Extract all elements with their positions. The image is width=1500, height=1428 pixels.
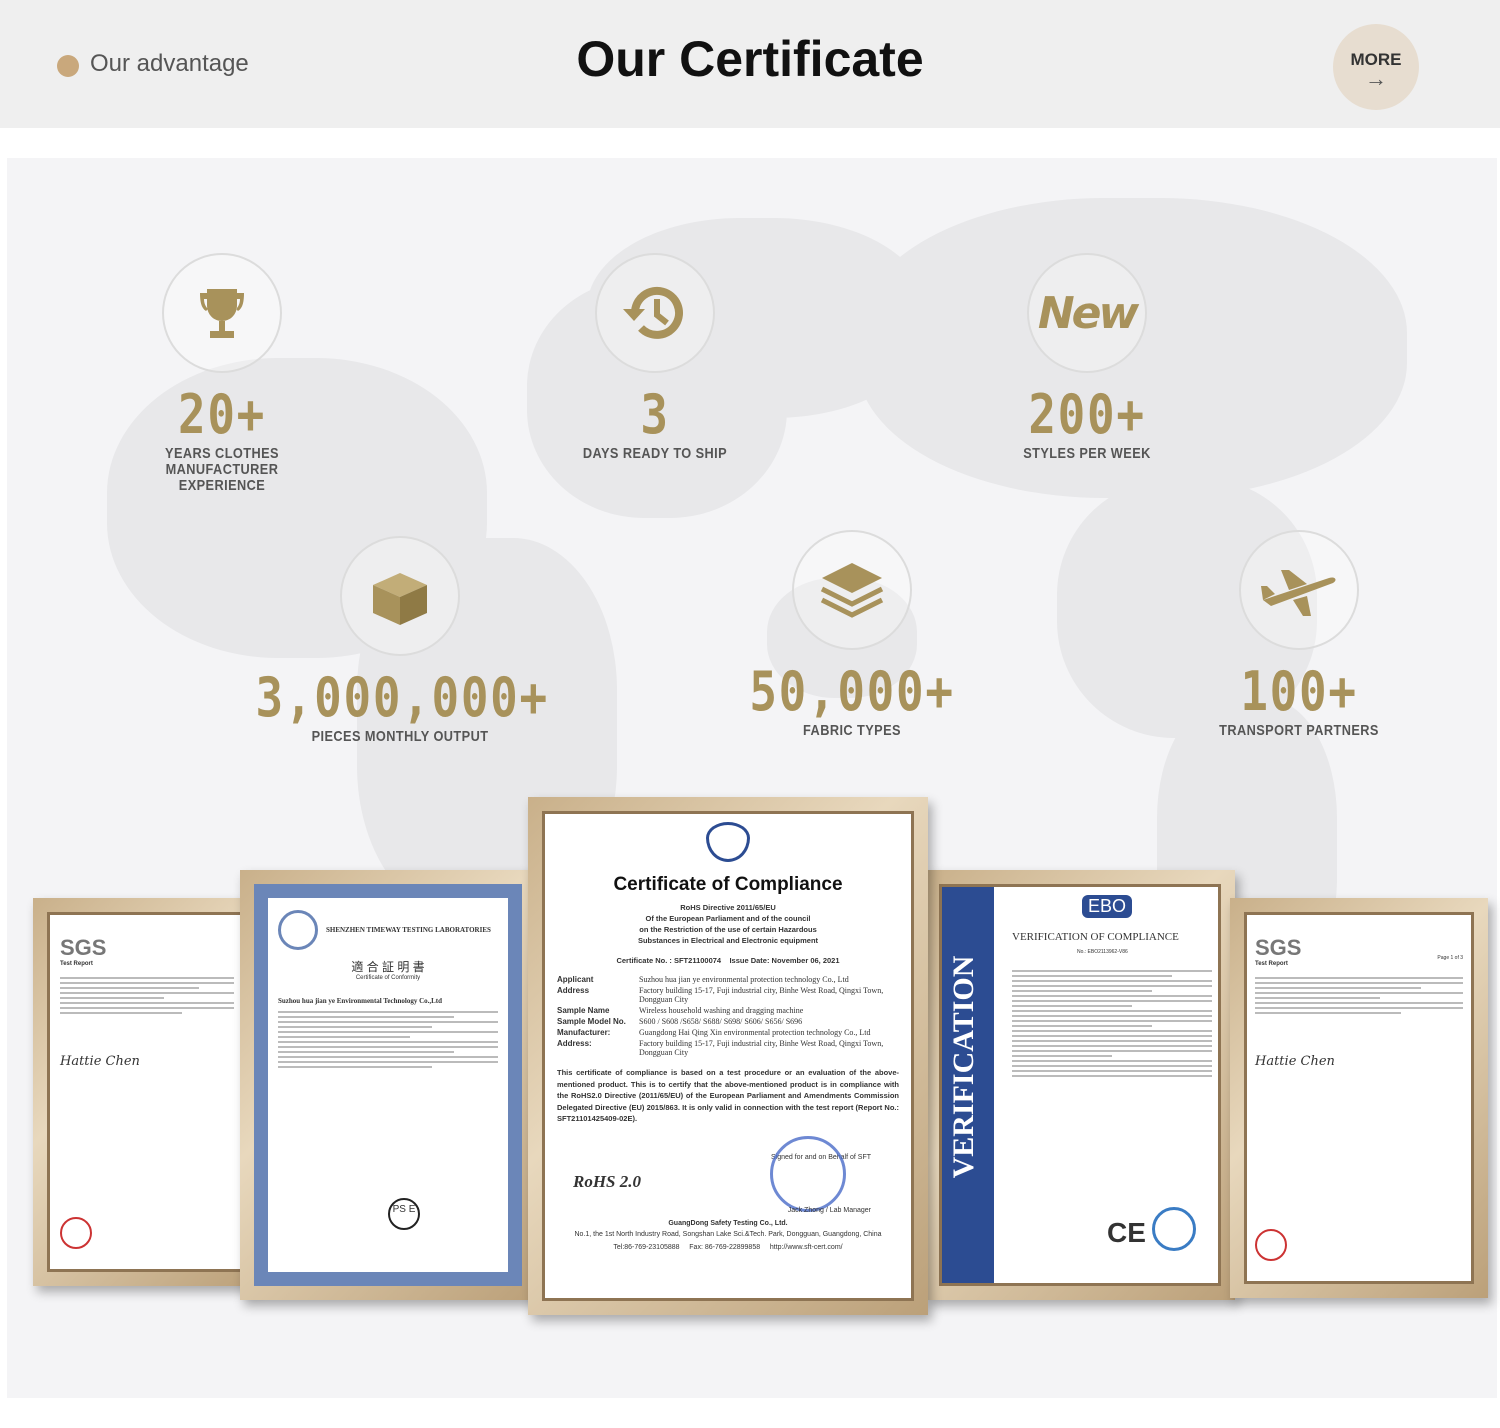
- clock-icon: [595, 253, 715, 373]
- lab-logo-icon: [278, 910, 318, 950]
- ebo-logo: EBO: [1082, 895, 1133, 918]
- cert-subtitle: Certificate of Conformity: [355, 975, 421, 981]
- certificate-timeway: SHENZHEN TIMEWAY TESTING LABORATORIES 適 …: [240, 870, 536, 1300]
- sgs-logo: SGS: [60, 935, 107, 960]
- arrow-right-icon: →: [1365, 66, 1387, 91]
- applicant: Suzhou hua jian ye Environmental Technol…: [278, 997, 443, 1005]
- header: Our advantage Our Certificate MORE →: [0, 0, 1500, 128]
- cert-number: Certificate No. : SFT21100074: [616, 956, 722, 965]
- stat-value: 3,000,000+: [255, 666, 549, 729]
- field-key: Sample Model No.: [557, 1017, 626, 1026]
- ce-mark: CE: [1107, 1217, 1146, 1248]
- directive-line: on the Restriction of the use of certain…: [639, 925, 817, 934]
- stat-days: 3 DAYS READY TO SHIP: [485, 253, 825, 462]
- page-count: Page 1 of 3: [1437, 955, 1463, 961]
- stat-label: YEARS CLOTHES MANUFACTURER EXPERIENCE: [165, 445, 279, 494]
- stat-styles: New 200+ STYLES PER WEEK: [917, 253, 1257, 462]
- stat-years: 20+ YEARS CLOTHES MANUFACTURER EXPERIENC…: [52, 253, 392, 494]
- field-value: Suzhou hua jian ye environmental protect…: [639, 975, 849, 984]
- tel: Tel:86-769-23105888: [613, 1244, 680, 1251]
- compliance-statement: This certificate of compliance is based …: [557, 1068, 899, 1123]
- field-row: Applicant Suzhou hua jian ye environmenta…: [557, 975, 899, 984]
- directive-line: Of the European Parliament and of the co…: [645, 914, 811, 923]
- stat-value: 20+: [177, 383, 267, 446]
- stat-fabrics: 50,000+ FABRIC TYPES: [682, 530, 1022, 739]
- cert-title: Certificate of Compliance: [613, 874, 843, 895]
- more-button[interactable]: MORE →: [1333, 24, 1419, 110]
- report-heading: Test Report: [60, 961, 93, 967]
- report-heading: Test Report: [1255, 961, 1288, 967]
- directive-line: Substances in Electrical and Electronic …: [637, 936, 819, 945]
- new-icon: New: [1027, 253, 1147, 373]
- field-row: Address: Factory building 15-17, Fuji ind…: [557, 1039, 899, 1057]
- seal-icon: [1255, 1229, 1287, 1261]
- stat-label: PIECES MONTHLY OUTPUT: [311, 728, 489, 745]
- field-key: Address:: [557, 1039, 592, 1048]
- stat-value: 50,000+: [749, 660, 955, 723]
- verification-side-label: VERIFICATION: [947, 955, 980, 1179]
- stat-label: FABRIC TYPES: [803, 722, 901, 739]
- lab-name: SHENZHEN TIMEWAY TESTING LABORATORIES: [326, 926, 491, 934]
- website: http://www.sft-cert.com/: [769, 1244, 843, 1251]
- signature: Hattie Chen: [60, 1054, 140, 1069]
- trophy-icon: [162, 253, 282, 373]
- page-title: Our Certificate: [576, 31, 924, 87]
- stat-label: DAYS READY TO SHIP: [582, 445, 728, 462]
- field-key: Manufacturer:: [557, 1028, 611, 1037]
- field-value: Factory building 15-17, Fuji industrial …: [639, 1039, 884, 1057]
- stat-transport: 100+ TRANSPORT PARTNERS: [1129, 530, 1469, 739]
- pse-mark: PS E: [388, 1198, 420, 1230]
- company-address: No.1, the 1st North Industry Road, Songs…: [574, 1231, 882, 1238]
- cert-number: No.: EBO2113962-V86: [1077, 949, 1128, 955]
- stamp-icon: [770, 1136, 846, 1212]
- airplane-icon: [1239, 530, 1359, 650]
- field-key: Applicant: [557, 975, 594, 984]
- field-value: S600 / S608 /S658/ S688/ S698/ S606/ S65…: [639, 1017, 803, 1026]
- stat-value: 200+: [1028, 383, 1146, 446]
- rohs-mark: RoHS 2.0: [573, 1172, 642, 1191]
- field-key: Address: [557, 986, 590, 995]
- directive-line: RoHS Directive 2011/65/EU: [680, 903, 776, 912]
- issue-date: Issue Date: November 06, 2021: [729, 956, 840, 965]
- field-key: Sample Name: [557, 1006, 610, 1015]
- stat-value: 3: [640, 383, 670, 446]
- stat-output: 3,000,000+ PIECES MONTHLY OUTPUT: [230, 536, 570, 745]
- certificate-sgs-left: SGS Test Report Hattie Chen: [33, 898, 261, 1286]
- field-value: Wireless household washing and dragging …: [639, 1006, 804, 1015]
- company: GuangDong Safety Testing Co., Ltd.: [668, 1220, 788, 1227]
- field-row: Sample Name Wireless household washing an…: [557, 1006, 899, 1015]
- sft-logo-icon: [706, 822, 750, 862]
- fax: Fax: 86-769-22899858: [689, 1244, 761, 1251]
- certificate-ebo: VERIFICATION EBO VERIFICATION OF COMPLIA…: [925, 870, 1235, 1300]
- field-value: Factory building 15-17, Fuji industrial …: [639, 986, 884, 1004]
- cert-title: VERIFICATION OF COMPLIANCE: [1012, 931, 1179, 943]
- stat-label: STYLES PER WEEK: [1023, 445, 1151, 462]
- signature: Hattie Chen: [1255, 1054, 1335, 1069]
- seal-icon: [60, 1217, 92, 1249]
- stat-label: TRANSPORT PARTNERS: [1219, 722, 1379, 739]
- field-row: Address Factory building 15-17, Fuji indu…: [557, 986, 899, 1004]
- certificate-rohs: Certificate of Compliance RoHS Directive…: [528, 797, 928, 1315]
- sgs-logo: SGS: [1255, 935, 1302, 960]
- certificate-sgs-right: SGS Page 1 of 3 Test Report Hattie Chen: [1230, 898, 1488, 1298]
- field-row: Sample Model No. S600 / S608 /S658/ S688/…: [557, 1017, 899, 1026]
- field-row: Manufacturer: Guangdong Hai Qing Xin envi…: [557, 1028, 899, 1037]
- layers-icon: [792, 530, 912, 650]
- cert-title: 適 合 証 明 書: [351, 960, 425, 974]
- seal-icon: [1152, 1207, 1196, 1251]
- signer: Jack Zhong / Lab Manager: [787, 1207, 871, 1214]
- box-icon: [340, 536, 460, 656]
- field-value: Guangdong Hai Qing Xin environmental pro…: [639, 1028, 871, 1037]
- stat-value: 100+: [1240, 660, 1358, 723]
